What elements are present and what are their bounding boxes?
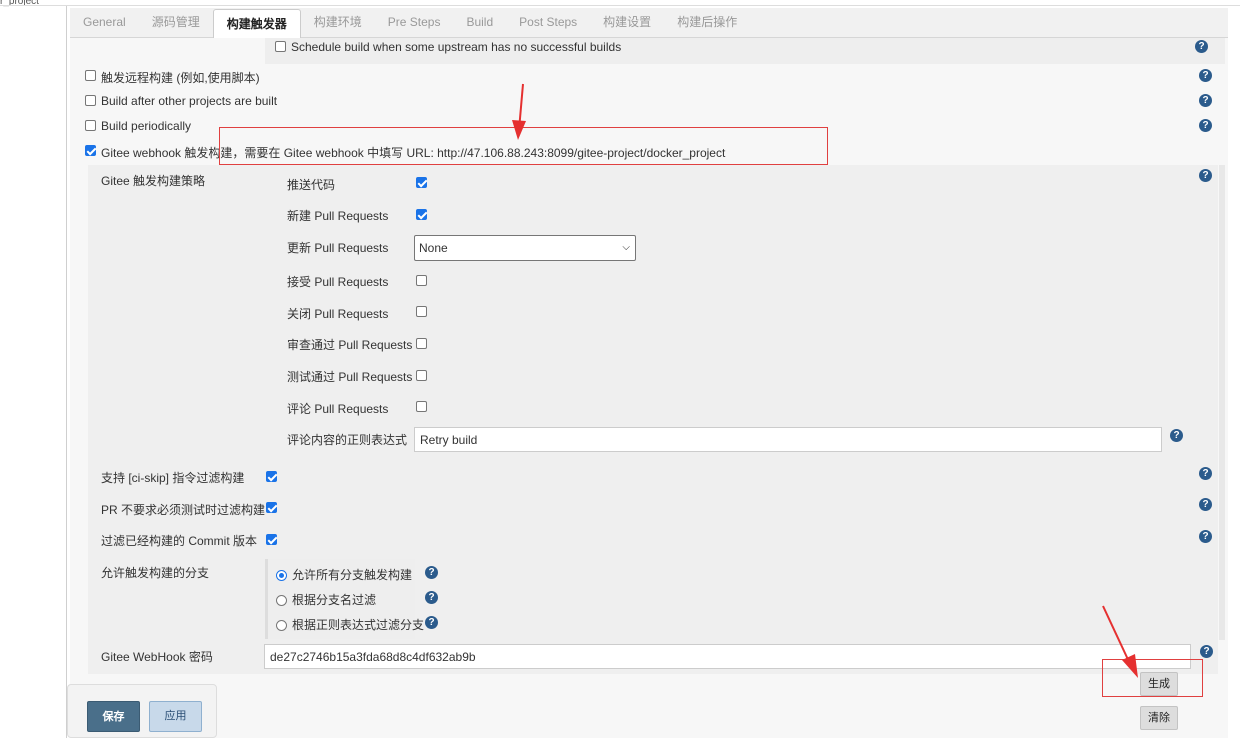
remote-trigger-checkbox[interactable] bbox=[85, 70, 96, 81]
config-tabs: General 源码管理 构建触发器 构建环境 Pre Steps Build … bbox=[70, 8, 1228, 39]
test-pr-label: 测试通过 Pull Requests bbox=[287, 370, 413, 384]
periodic-label: Build periodically bbox=[101, 119, 192, 133]
help-icon[interactable]: ? bbox=[425, 591, 438, 604]
left-divider bbox=[66, 6, 67, 738]
branch-regex-label: 根据正则表达式过滤分支 bbox=[292, 618, 425, 632]
apply-button[interactable]: 应用 bbox=[149, 701, 202, 732]
branch-regex-radio[interactable] bbox=[276, 620, 287, 631]
tab-build-settings[interactable]: 构建设置 bbox=[590, 8, 664, 38]
help-icon[interactable]: ? bbox=[425, 566, 438, 579]
help-icon[interactable]: ? bbox=[1199, 169, 1212, 182]
ci-skip-label: 支持 [ci-skip] 指令过滤构建 bbox=[101, 471, 245, 485]
comment-pr-label: 评论 Pull Requests bbox=[287, 402, 389, 416]
accept-pr-label: 接受 Pull Requests bbox=[287, 275, 389, 289]
help-icon[interactable]: ? bbox=[1199, 498, 1212, 511]
webhook-secret-input[interactable]: de27c2746b15a3fda68d8c4df632ab9b bbox=[264, 644, 1191, 669]
test-pr-checkbox[interactable] bbox=[416, 370, 427, 381]
tab-build-triggers[interactable]: 构建触发器 bbox=[212, 9, 301, 39]
new-pr-label: 新建 Pull Requests bbox=[287, 209, 389, 223]
gitee-strategy-section bbox=[88, 165, 1218, 674]
tab-post-steps[interactable]: Post Steps bbox=[506, 8, 590, 38]
branch-all-radio[interactable] bbox=[276, 570, 287, 581]
commit-filter-checkbox[interactable] bbox=[266, 534, 277, 545]
update-pr-label: 更新 Pull Requests bbox=[287, 241, 389, 255]
help-icon[interactable]: ? bbox=[1199, 530, 1212, 543]
chevron-down-icon: ⌵ bbox=[622, 242, 630, 253]
help-icon[interactable]: ? bbox=[1170, 429, 1183, 442]
branch-title: 允许触发构建的分支 bbox=[101, 566, 210, 580]
gitee-webhook-checkbox[interactable] bbox=[85, 145, 96, 156]
help-icon[interactable]: ? bbox=[1200, 645, 1213, 658]
tab-build-environment[interactable]: 构建环境 bbox=[301, 8, 375, 38]
upstream-checkbox[interactable] bbox=[275, 41, 286, 52]
top-divider bbox=[0, 5, 1240, 6]
help-icon[interactable]: ? bbox=[1199, 69, 1212, 82]
clear-button[interactable]: 清除 bbox=[1140, 706, 1178, 730]
new-pr-checkbox[interactable] bbox=[416, 209, 427, 220]
tab-post-build-actions[interactable]: 构建后操作 bbox=[664, 8, 750, 38]
webhook-secret-label: Gitee WebHook 密码 bbox=[101, 650, 213, 664]
periodic-checkbox[interactable] bbox=[85, 120, 96, 131]
help-icon[interactable]: ? bbox=[1199, 467, 1212, 480]
help-icon[interactable]: ? bbox=[1199, 94, 1212, 107]
url-highlight-box bbox=[219, 127, 828, 165]
after-other-label: Build after other projects are built bbox=[101, 94, 278, 108]
generate-button[interactable]: 生成 bbox=[1140, 672, 1178, 696]
section-edge bbox=[1219, 165, 1225, 640]
push-label: 推送代码 bbox=[287, 178, 336, 192]
update-pr-value: None bbox=[419, 241, 448, 255]
tab-general[interactable]: General bbox=[70, 8, 139, 38]
tab-pre-steps[interactable]: Pre Steps bbox=[375, 8, 454, 38]
push-checkbox[interactable] bbox=[416, 177, 427, 188]
comment-regex-label: 评论内容的正则表达式 bbox=[287, 433, 408, 447]
close-pr-label: 关闭 Pull Requests bbox=[287, 307, 389, 321]
branch-name-radio[interactable] bbox=[276, 595, 287, 606]
help-icon[interactable]: ? bbox=[1195, 40, 1208, 53]
branch-name-label: 根据分支名过滤 bbox=[292, 593, 377, 607]
help-icon[interactable]: ? bbox=[1199, 119, 1212, 132]
remote-trigger-label: 触发远程构建 (例如,使用脚本) bbox=[101, 71, 260, 85]
after-other-checkbox[interactable] bbox=[85, 95, 96, 106]
comment-pr-checkbox[interactable] bbox=[416, 401, 427, 412]
update-pr-select[interactable]: None ⌵ bbox=[414, 235, 636, 261]
review-pr-checkbox[interactable] bbox=[416, 338, 427, 349]
ci-skip-checkbox[interactable] bbox=[266, 471, 277, 482]
pr-filter-label: PR 不要求必须测试时过滤构建 bbox=[101, 503, 266, 517]
comment-regex-input[interactable]: Retry build bbox=[414, 427, 1162, 452]
help-icon[interactable]: ? bbox=[425, 616, 438, 629]
tab-build[interactable]: Build bbox=[453, 8, 506, 38]
close-pr-checkbox[interactable] bbox=[416, 306, 427, 317]
tab-source-control[interactable]: 源码管理 bbox=[139, 8, 213, 38]
upstream-label: Schedule build when some upstream has no… bbox=[291, 40, 622, 54]
accept-pr-checkbox[interactable] bbox=[416, 275, 427, 286]
pr-filter-checkbox[interactable] bbox=[266, 502, 277, 513]
strategy-title: Gitee 触发构建策略 bbox=[101, 174, 206, 188]
branch-all-label: 允许所有分支触发构建 bbox=[292, 568, 413, 582]
save-button[interactable]: 保存 bbox=[87, 701, 140, 732]
commit-filter-label: 过滤已经构建的 Commit 版本 bbox=[101, 534, 258, 548]
review-pr-label: 审查通过 Pull Requests bbox=[287, 338, 413, 352]
